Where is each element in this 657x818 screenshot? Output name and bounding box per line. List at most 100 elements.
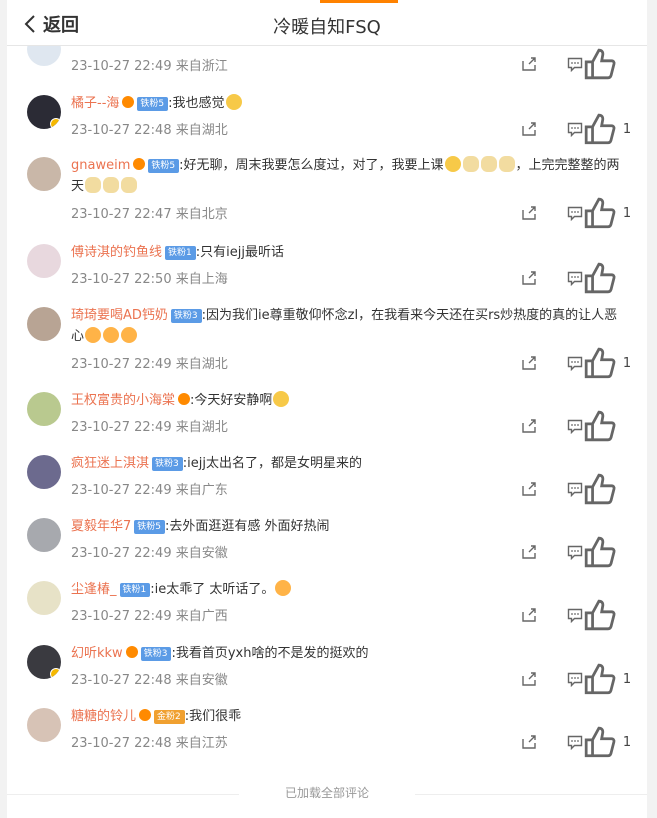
username[interactable]: 琦琦要喝AD钙奶 [71,308,168,323]
comment-body: :iejj太出名了，都是女明星来的 [182,456,362,471]
avatar[interactable] [27,645,61,679]
like-count: 1 [622,121,632,137]
username[interactable]: 夏毅年华7 [71,519,131,534]
accent-line [320,0,398,3]
comment-body: :只有iejj最听话 [195,245,284,260]
top-bar: 返回 冷暖自知FSQ [7,0,647,46]
comment-body: :我也感觉 [168,96,225,111]
comment-actions: 1 [491,347,631,379]
like-button[interactable] [583,472,629,506]
share-button[interactable] [491,481,537,497]
like-count: 1 [622,671,632,687]
share-button[interactable] [491,205,537,221]
share-button[interactable] [491,607,537,623]
comment-meta: 23-10-27 22:49 来自广东 [71,483,228,498]
fan-badge: 铁粉1 [165,246,196,260]
avatar[interactable] [27,307,61,341]
like-count: 1 [622,734,632,750]
comment-body: :ie太乖了 太听话了。 [150,582,275,597]
emoji-icon [444,156,461,172]
comment-text: 橘子--海 铁粉5:我也感觉 [71,93,631,114]
like-button[interactable] [583,47,629,81]
crown-icon [139,709,152,721]
username[interactable]: 糖糖的铃儿 [71,709,136,724]
comment-actions: 1 [491,197,631,229]
like-button[interactable]: 1 [583,725,632,759]
comment-button[interactable] [537,481,583,497]
comment-actions [491,262,629,294]
comment-icon [567,122,583,137]
share-button[interactable] [491,418,537,434]
comment-body: :好无聊，周末我要怎么度过，对了，我要上课 [179,158,444,173]
comment-meta: 23-10-27 22:49 来自安徽 [71,546,228,561]
username[interactable]: 傅诗淇的钓鱼线 [71,245,162,260]
thumbs-up-icon [584,473,616,505]
comment-button[interactable] [537,56,583,72]
comment-meta: 23-10-27 22:47 来自北京 [71,207,228,222]
share-button[interactable] [491,671,537,687]
comment-meta: 23-10-27 22:50 来自上海 [71,272,228,287]
like-button[interactable]: 1 [583,662,632,696]
comment-button[interactable] [537,270,583,286]
share-icon [522,419,536,433]
avatar[interactable] [27,392,61,426]
comment-meta: 23-10-27 22:49 来自湖北 [71,420,228,435]
comment-text: 傅诗淇的钓鱼线 铁粉1:只有iejj最听话 [71,242,631,263]
username[interactable]: 幻听kkw [71,646,123,661]
comment-button[interactable] [537,607,583,623]
share-button[interactable] [491,56,537,72]
comment-meta: 23-10-27 22:49 来自广西 [71,609,228,624]
share-button[interactable] [491,544,537,560]
share-icon [522,356,536,370]
username[interactable]: 疯狂迷上淇淇 [71,456,149,471]
username[interactable]: 橘子--海 [71,96,119,111]
share-button[interactable] [491,734,537,750]
emoji-icon [462,156,479,172]
comment-button[interactable] [537,671,583,687]
fan-badge: 铁粉3 [152,457,183,471]
thumbs-up-icon [584,113,616,145]
crown-icon [125,646,138,658]
comment-text: 尘逢椿_ 铁粉1:ie太乖了 太听话了。 [71,579,631,600]
avatar[interactable] [27,157,61,191]
username[interactable]: 尘逢椿_ [71,582,117,597]
thumbs-up-icon [584,536,616,568]
avatar[interactable] [27,244,61,278]
share-button[interactable] [491,270,537,286]
emoji-icon [85,327,102,343]
avatar[interactable] [27,95,61,129]
avatar[interactable] [27,581,61,615]
crown-icon [122,96,135,108]
like-button[interactable]: 1 [583,346,631,380]
share-button[interactable] [491,355,537,371]
comment-body: 天 [71,179,85,194]
comment-actions: 1 [491,663,631,695]
share-icon [522,608,536,622]
comment-actions [491,536,629,568]
comment-button[interactable] [537,355,583,371]
like-button[interactable] [583,409,629,443]
share-icon [522,545,536,559]
like-button[interactable] [583,535,629,569]
like-button[interactable] [583,261,629,295]
emoji-icon [225,94,242,110]
username[interactable]: gnaweim [71,158,130,173]
comment-button[interactable] [537,544,583,560]
avatar[interactable] [27,455,61,489]
comment-actions [491,410,629,442]
comment-body: :去外面逛逛有感 外面好热闹 [165,519,330,534]
avatar[interactable] [27,518,61,552]
comment-button[interactable] [537,205,583,221]
comment-button[interactable] [537,418,583,434]
comment-body: :我们很乖 [184,709,242,724]
like-button[interactable] [583,598,629,632]
comment-button[interactable] [537,121,583,137]
comment-button[interactable] [537,734,583,750]
username[interactable]: 王权富贵的小海棠 [71,393,175,408]
fan-badge: 铁粉5 [148,159,180,173]
share-button[interactable] [491,121,537,137]
avatar[interactable] [27,708,61,742]
like-button[interactable]: 1 [583,196,631,230]
like-button[interactable]: 1 [583,112,632,146]
verified-badge [50,668,61,679]
